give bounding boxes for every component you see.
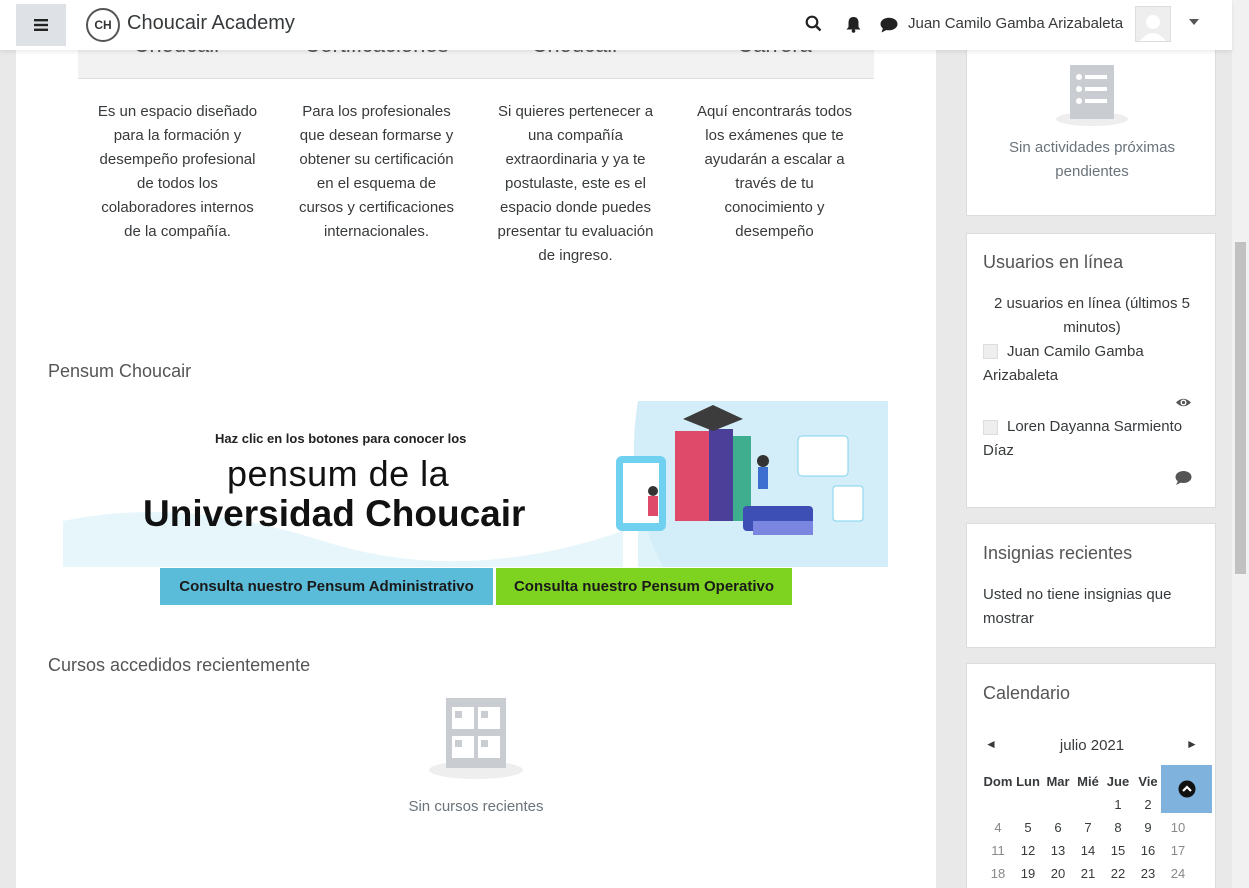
calendar-day-header: Mié <box>1077 774 1099 789</box>
calendar-day-header: Vie <box>1138 774 1158 789</box>
calendar-day-cell[interactable]: 8 <box>1103 816 1133 839</box>
online-user-1[interactable]: Juan Camilo Gamba Arizabaleta <box>983 340 1198 388</box>
user-menu-caret-icon[interactable] <box>1189 19 1199 25</box>
eye-icon[interactable] <box>1175 396 1192 409</box>
hamburger-icon <box>34 19 48 31</box>
calendar-day-header: Lun <box>1016 774 1040 789</box>
scroll-to-top-button[interactable] <box>1161 765 1212 813</box>
calendar-day-cell <box>1073 793 1103 816</box>
top-navbar: CH Choucair Academy Juan Camilo Gamba Ar… <box>0 0 1232 50</box>
recent-courses-title: Cursos accedidos recientemente <box>48 655 311 675</box>
calendar-day-cell[interactable]: 10 <box>1163 816 1193 839</box>
calendar-day-cell[interactable]: 13 <box>1043 839 1073 862</box>
bell-icon[interactable] <box>846 16 861 33</box>
category-desc-3: Si quieres pertenecer a una compañía ext… <box>497 103 654 264</box>
upcoming-events-card: Sin actividades próximas pendientes <box>966 30 1216 216</box>
calendar-day-cell[interactable]: 21 <box>1073 862 1103 885</box>
online-user-2[interactable]: Loren Dayanna Sarmiento Díaz <box>983 415 1198 463</box>
banner-illustration <box>63 401 888 567</box>
message-icon[interactable] <box>1175 471 1192 486</box>
category-desc-2: Para los profesionales que desean formar… <box>298 103 455 240</box>
sidebar-toggle-button[interactable] <box>16 4 66 46</box>
category-desc-1: Es un espacio diseñado para la formación… <box>97 103 258 240</box>
site-logo[interactable]: CH <box>86 8 120 42</box>
calendar-day-cell <box>1043 793 1073 816</box>
calendar-day-cell <box>983 793 1013 816</box>
calendar-day-cell[interactable]: 22 <box>1103 862 1133 885</box>
calendar-day-header: Mar <box>1046 774 1070 789</box>
calendar-day-cell[interactable]: 1 <box>1103 793 1133 816</box>
calendar-day-cell[interactable]: 18 <box>983 862 1013 885</box>
calendar-month: julio 2021 <box>1059 737 1125 754</box>
banner-big-text: Universidad Choucair <box>143 493 526 534</box>
calendar-day-cell[interactable]: 23 <box>1133 862 1163 885</box>
calendar-day-cell[interactable]: 24 <box>1163 862 1193 885</box>
user-name[interactable]: Juan Camilo Gamba Arizabaleta <box>908 15 1123 32</box>
calendar-day-cell[interactable]: 20 <box>1043 862 1073 885</box>
calendar-empty-icon <box>1056 65 1128 126</box>
calendar-day-cell[interactable]: 6 <box>1043 816 1073 839</box>
calendar-day-cell[interactable]: 9 <box>1133 816 1163 839</box>
calendar-day-cell[interactable]: 5 <box>1013 816 1043 839</box>
banner-small-text: Haz clic en los botones para conocer los <box>215 431 467 446</box>
scrollbar-thumb[interactable] <box>1235 242 1246 574</box>
calendar-day-header: Dom <box>983 774 1013 789</box>
upcoming-empty-text: Sin actividades próximas pendientes <box>1009 139 1175 180</box>
calendar-day-header: Jue <box>1106 774 1130 789</box>
search-icon[interactable] <box>805 15 822 32</box>
pensum-section-title: Pensum Choucair <box>48 361 192 381</box>
courses-empty-text: Sin cursos recientes <box>408 798 544 815</box>
calendar-day-cell[interactable]: 17 <box>1163 839 1193 862</box>
calendar-day-cell[interactable]: 16 <box>1133 839 1163 862</box>
calendar-day-cell[interactable]: 12 <box>1013 839 1043 862</box>
user-silhouette-icon <box>1140 15 1166 41</box>
user-avatar[interactable] <box>1135 6 1171 42</box>
courses-empty-icon <box>429 698 523 779</box>
chevron-up-icon <box>1178 780 1195 798</box>
calendar-day-cell[interactable]: 7 <box>1073 816 1103 839</box>
badges-title: Insignias recientes <box>983 543 1133 563</box>
calendar-day-cell[interactable]: 11 <box>983 839 1013 862</box>
calendar-day-cell <box>1013 793 1043 816</box>
online-users-summary: 2 usuarios en línea (últimos 5 minutos) <box>994 295 1190 336</box>
site-brand[interactable]: Choucair Academy <box>127 12 295 35</box>
pensum-banner: Haz clic en los botones para conocer los… <box>63 401 888 567</box>
calendar-day-cell[interactable]: 15 <box>1103 839 1133 862</box>
badges-empty-text: Usted no tiene insignias que mostrar <box>983 586 1172 627</box>
online-users-title: Usuarios en línea <box>983 252 1124 272</box>
calendar-day-cell[interactable]: 2 <box>1133 793 1163 816</box>
chat-icon[interactable] <box>880 17 898 33</box>
category-desc-4: Aquí encontrarás todos los exámenes que … <box>696 103 853 240</box>
calendar-day-cell[interactable]: 14 <box>1073 839 1103 862</box>
main-content: Choucair Certificaciones Choucair Carrer… <box>16 0 936 888</box>
pensum-operativo-button[interactable]: Consulta nuestro Pensum Operativo <box>496 568 792 605</box>
badges-card: Insignias recientes Usted no tiene insig… <box>966 523 1216 648</box>
calendar-title: Calendario <box>983 683 1071 703</box>
banner-mid-text: pensum de la <box>227 453 450 494</box>
calendar-day-cell[interactable]: 19 <box>1013 862 1043 885</box>
online-users-card: Usuarios en línea 2 usuarios en línea (ú… <box>966 233 1216 508</box>
calendar-day-cell[interactable]: 4 <box>983 816 1013 839</box>
calendar-next-arrow[interactable]: ► <box>1186 737 1198 751</box>
pensum-admin-button[interactable]: Consulta nuestro Pensum Administrativo <box>160 568 493 605</box>
